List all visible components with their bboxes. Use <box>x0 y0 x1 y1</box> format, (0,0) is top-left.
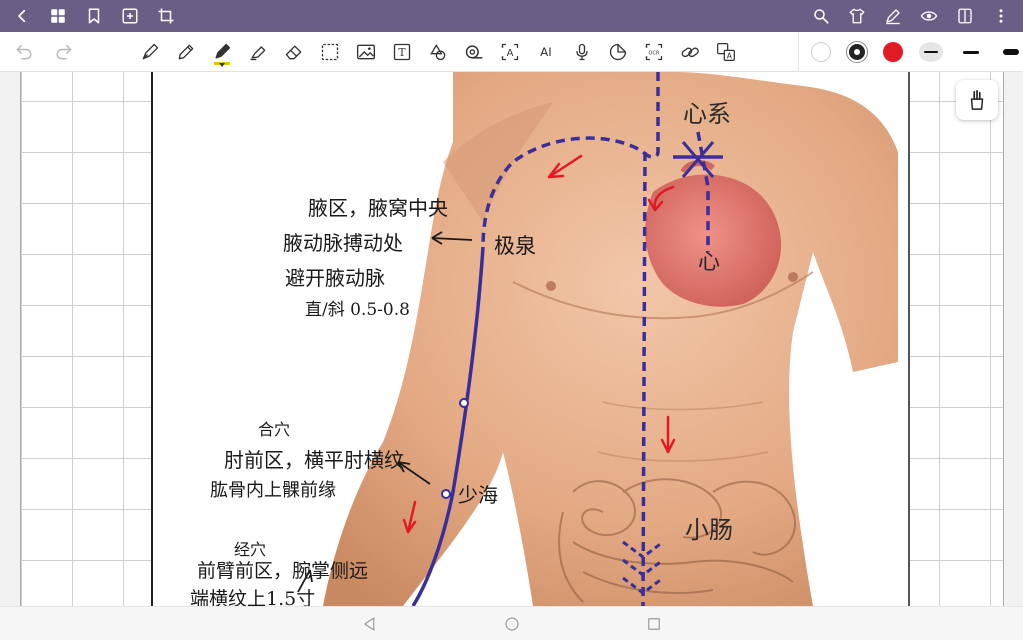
page-view-icon[interactable] <box>953 4 977 28</box>
nav-recents-icon[interactable] <box>642 612 666 636</box>
grid-icon[interactable] <box>46 4 70 28</box>
pen-cup-icon <box>970 90 984 110</box>
note-lingdao-desc-2: 端横纹上1.5寸 <box>190 588 316 606</box>
note-jiquan-desc-2: 腋动脉搏动处 <box>283 231 403 255</box>
undo-redo-group <box>10 32 78 72</box>
svg-text:A: A <box>727 52 733 61</box>
topbar-left <box>10 4 178 28</box>
nav-back-icon[interactable] <box>358 612 382 636</box>
color-swatch-black-selected[interactable] <box>847 42 867 62</box>
eye-icon[interactable] <box>917 4 941 28</box>
text-box-icon[interactable]: T <box>388 38 416 66</box>
top-app-bar <box>0 0 1023 32</box>
drawing-tools: T A AI OCR A <box>136 32 740 72</box>
pen-holder-button[interactable] <box>956 80 998 120</box>
ink-layer <box>297 231 473 593</box>
note-shaohai-type: 合穴 <box>258 420 291 439</box>
svg-text:AI: AI <box>540 45 551 59</box>
chevron-down-icon <box>219 63 225 67</box>
note-canvas[interactable]: 心系 心 小肠 腋区，腋窝中央 腋动脉搏动处 避开腋动脉 直/斜 0.5-0.8… <box>0 72 1023 606</box>
back-icon[interactable] <box>10 4 34 28</box>
stroke-thick[interactable] <box>999 42 1023 62</box>
topbar-right <box>809 4 1013 28</box>
shirt-icon[interactable] <box>845 4 869 28</box>
ocr-icon[interactable]: OCR <box>640 38 668 66</box>
search-icon[interactable] <box>809 4 833 28</box>
note-lingdao-desc-1: 前臂前区，腕掌侧远 <box>197 560 369 582</box>
note-app: T A AI OCR A 心系 心 小肠 腋区，腋窝中央 腋动脉搏动处 避开腋动… <box>0 0 1023 640</box>
pencil-icon[interactable] <box>172 38 200 66</box>
add-page-icon[interactable] <box>118 4 142 28</box>
eraser-icon[interactable] <box>280 38 308 66</box>
link-icon[interactable] <box>676 38 704 66</box>
more-icon[interactable] <box>989 4 1013 28</box>
translate-icon[interactable]: A <box>712 38 740 66</box>
note-shaohai-desc-2: 肱骨内上髁前缘 <box>210 480 336 501</box>
tool-ribbon: T A AI OCR A <box>0 32 1023 72</box>
bookmark-icon[interactable] <box>82 4 106 28</box>
marker-icon[interactable] <box>208 38 236 67</box>
color-swatch-red[interactable] <box>883 42 903 62</box>
lasso-select-icon[interactable] <box>316 38 344 66</box>
note-jiquan-desc-3: 避开腋动脉 <box>285 266 385 290</box>
svg-text:T: T <box>398 46 406 59</box>
note-jiquan: 极泉 <box>494 234 536 258</box>
stroke-thin[interactable] <box>919 42 943 62</box>
highlighter-icon[interactable] <box>244 38 272 66</box>
fountain-pen-icon[interactable] <box>136 38 164 66</box>
crop-icon[interactable] <box>154 4 178 28</box>
tape-icon[interactable] <box>460 38 488 66</box>
note-shaohai: 少海 <box>458 483 498 507</box>
color-swatch-white[interactable] <box>811 42 831 62</box>
svg-text:OCR: OCR <box>649 51 660 57</box>
system-nav-bar <box>0 606 1023 640</box>
pen-edit-icon[interactable] <box>881 4 905 28</box>
text-recognize-icon[interactable]: A <box>496 38 524 66</box>
note-jiquan-desc-4: 直/斜 0.5-0.8 <box>305 300 410 320</box>
color-palette <box>798 32 1023 72</box>
svg-text:A: A <box>507 48 514 59</box>
note-shaohai-desc-1: 肘前区，横平肘横纹 <box>224 448 404 472</box>
shape-icon[interactable] <box>424 38 452 66</box>
image-icon[interactable] <box>352 38 380 66</box>
note-jiquan-desc-1: 腋区，腋窝中央 <box>308 196 448 220</box>
nav-home-icon[interactable] <box>500 612 524 636</box>
undo-icon[interactable] <box>10 38 38 66</box>
sticker-icon[interactable] <box>604 38 632 66</box>
stroke-medium[interactable] <box>959 42 983 62</box>
selected-check-icon <box>854 49 860 55</box>
ai-icon[interactable]: AI <box>532 38 560 66</box>
redo-icon[interactable] <box>50 38 78 66</box>
microphone-icon[interactable] <box>568 38 596 66</box>
